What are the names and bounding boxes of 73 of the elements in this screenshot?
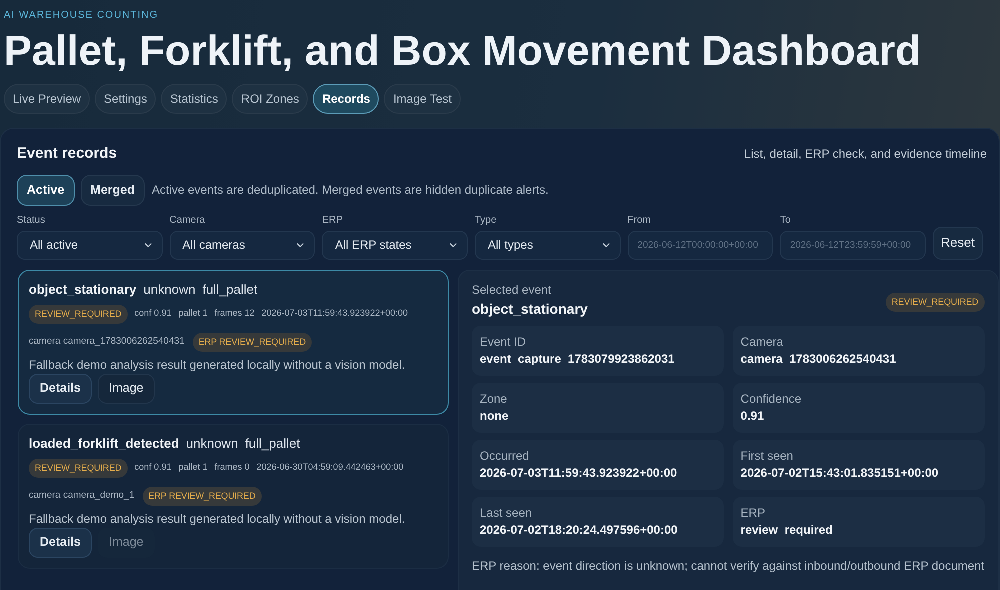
nav-tab[interactable]: Live Preview — [4, 84, 90, 114]
panel-subtitle: List, detail, ERP check, and evidence timeline — [744, 146, 987, 164]
event-meta-text: pallet 1 — [178, 307, 208, 320]
nav-tab[interactable]: Records — [313, 84, 380, 114]
nav-tab[interactable]: Statistics — [161, 84, 228, 114]
filter-label: From — [628, 214, 652, 226]
event-meta-text: pallet 1 — [178, 461, 208, 474]
event-meta-text: frames 12 — [214, 307, 255, 320]
field-label: Zone — [480, 392, 508, 406]
field-value: review_required — [740, 523, 834, 537]
details-button[interactable]: Details — [29, 528, 92, 558]
date-field[interactable]: 2026-06-12T23:59:59+00:00 — [780, 230, 926, 260]
erp-status-badge: ERP REVIEW_REQUIRED — [192, 332, 312, 352]
filter-label: ERP — [322, 214, 344, 226]
erp-status-badge: ERP REVIEW_REQUIRED — [142, 486, 262, 506]
event-meta-text: 2026-06-30T04:59:09.442463+00:00 — [256, 461, 404, 474]
filter-select[interactable]: All cameras — [170, 230, 316, 260]
status-badge: REVIEW_REQUIRED — [886, 292, 985, 312]
field-value: 2026-07-02T15:43:01.835151+00:00 — [740, 466, 940, 480]
view-toggle-button[interactable]: Merged — [80, 174, 145, 206]
details-button[interactable]: Details — [29, 374, 92, 404]
nav-tab[interactable]: ROI Zones — [232, 84, 308, 114]
status-badge: REVIEW_REQUIRED — [29, 304, 128, 324]
event-summary-text: Fallback demo analysis result generated locally without a vision model. — [29, 358, 406, 372]
field-label: Camera — [740, 335, 784, 349]
field-value: event_capture_1783079923862031 — [480, 352, 676, 366]
event-summary-text: Fallback demo analysis result generated locally without a vision model. — [29, 512, 406, 526]
field-value: camera_1783006262540431 — [740, 352, 898, 366]
field-label: ERP — [740, 506, 766, 520]
image-button[interactable]: Image — [98, 374, 155, 404]
field-label: Event ID — [480, 335, 528, 349]
field-value: 2026-07-03T11:59:43.923922+00:00 — [480, 466, 678, 480]
nav-tab[interactable]: Settings — [95, 84, 156, 114]
field-label: First seen — [740, 449, 794, 463]
event-meta-text: 2026-07-03T11:59:43.923922+00:00 — [262, 307, 408, 320]
field-value: 0.91 — [740, 409, 766, 423]
filter-label: Type — [475, 214, 498, 226]
event-type-text: object_stationary — [29, 280, 137, 298]
view-toggle-button[interactable]: Active — [17, 174, 75, 206]
dashboard-title: Pallet, Forklift, and Box Movement Dashboard — [4, 27, 922, 75]
camera-text: camera camera_demo_1 — [29, 488, 135, 503]
camera-text: camera camera_1783006262540431 — [29, 334, 185, 349]
filter-label: Status — [17, 214, 46, 226]
field-label: Last seen — [480, 506, 534, 520]
reset-button[interactable]: Reset — [933, 226, 983, 260]
erp-reason-text: ERP reason: event direction is unknown; cannot verify against inbound/outbound ERP document — [472, 558, 985, 574]
event-meta-text: conf 0.91 — [134, 307, 172, 320]
object-class-text: full_pallet — [245, 434, 300, 452]
field-label: Confidence — [740, 392, 802, 406]
filter-select[interactable]: All ERP states — [322, 230, 468, 260]
direction-text: unknown — [186, 434, 238, 452]
detail-label: Selected event — [472, 282, 552, 298]
view-note-text: Active events are deduplicated. Merged events are hidden duplicate alerts. — [152, 182, 549, 199]
field-label: Occurred — [480, 449, 530, 463]
status-badge: REVIEW_REQUIRED — [29, 458, 128, 478]
filter-select[interactable]: All active — [17, 230, 163, 260]
nav-tab[interactable]: Image Test — [384, 84, 461, 114]
event-meta-text: frames 0 — [214, 461, 250, 474]
field-value: none — [480, 409, 510, 423]
filter-label: Camera — [170, 214, 206, 226]
filter-select[interactable]: All types — [475, 230, 621, 260]
event-type-text: loaded_forklift_detected — [29, 434, 180, 452]
app-eyebrow-text: AI WAREHOUSE COUNTING — [4, 9, 160, 22]
object-class-text: full_pallet — [202, 280, 258, 298]
detail-title: object_stationary — [472, 300, 588, 318]
field-value: 2026-07-02T18:20:24.497596+00:00 — [480, 523, 679, 537]
panel-title: Event records — [17, 144, 118, 164]
direction-text: unknown — [144, 280, 196, 298]
event-meta-text: conf 0.91 — [134, 461, 172, 474]
event-card[interactable] — [18, 424, 449, 568]
event-card[interactable] — [18, 270, 449, 414]
filter-label: To — [780, 214, 792, 226]
date-field[interactable]: 2026-06-12T00:00:00+00:00 — [628, 230, 774, 260]
